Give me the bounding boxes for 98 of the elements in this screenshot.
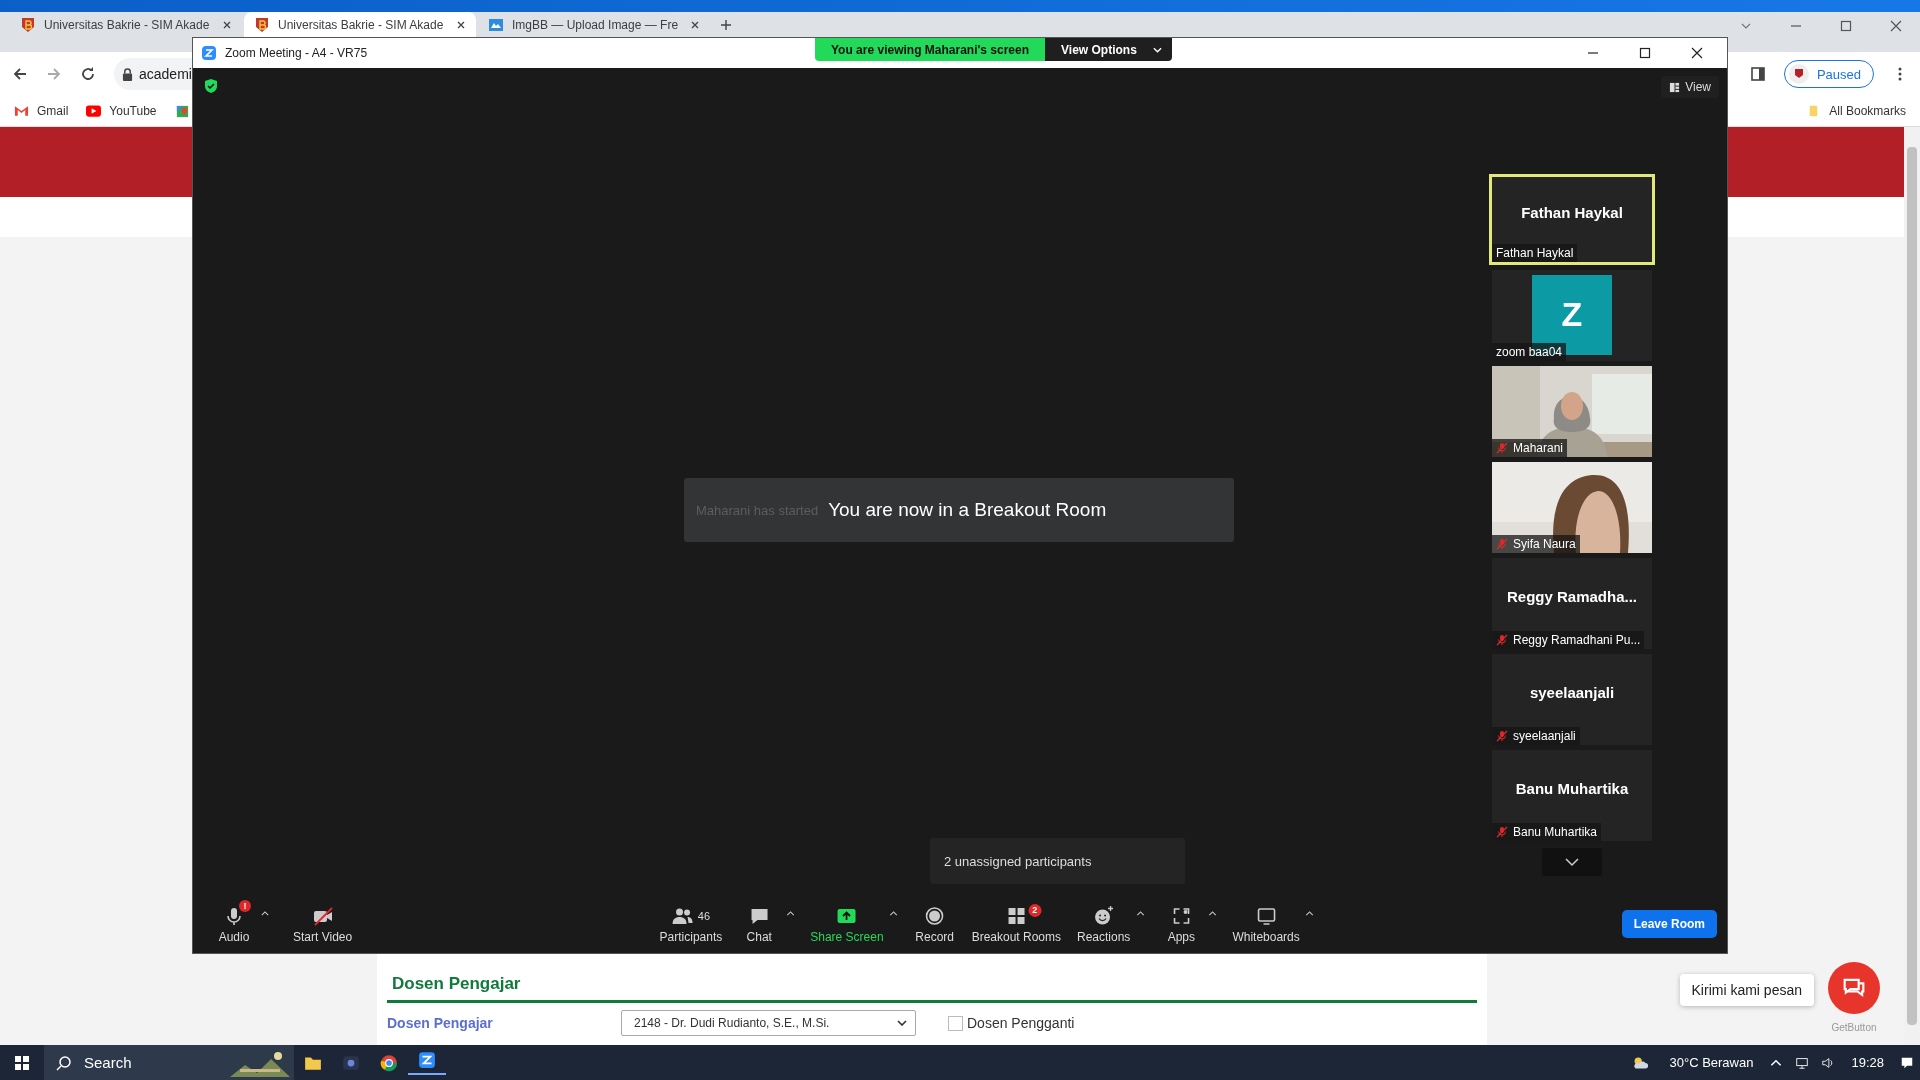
leave-room-button[interactable]: Leave Room [1621, 910, 1717, 938]
name-label: Syifa Naura [1492, 535, 1580, 553]
weather-text[interactable]: 30°C Berawan [1669, 1055, 1754, 1070]
address-bar[interactable]: academi [114, 58, 192, 90]
video-off-icon [311, 904, 334, 927]
clock[interactable]: 19:28 [1851, 1055, 1884, 1070]
participant-tile[interactable]: Z zoom baa04 [1492, 270, 1652, 361]
windows-start-icon[interactable] [14, 1054, 30, 1071]
lock-icon [122, 67, 133, 81]
participant-tile[interactable]: Maharani [1492, 366, 1652, 457]
caret-icon[interactable] [786, 910, 795, 916]
notification-icon[interactable] [1900, 1055, 1914, 1070]
muted-mic-icon [1496, 442, 1508, 454]
view-button[interactable]: View [1661, 76, 1719, 98]
side-panel-icon[interactable] [1749, 66, 1766, 82]
browser-tab[interactable]: Universitas Bakrie - SIM Akade [10, 12, 242, 38]
muted-mic-icon [1496, 730, 1508, 742]
close-icon[interactable] [222, 20, 232, 30]
toolbar-button[interactable]: Start Video [287, 900, 359, 948]
caret-icon [897, 1020, 907, 1026]
muted-mic-icon [1496, 538, 1508, 550]
plus-icon[interactable] [720, 19, 732, 31]
caret-icon [1152, 46, 1162, 53]
participant-name: Fathan Haykal [1521, 204, 1623, 221]
participant-name: syeelaanjali [1529, 684, 1615, 701]
view-options-button[interactable]: View Options [1045, 38, 1172, 61]
name-label: Fathan Haykal [1492, 244, 1578, 262]
url-text: academi [139, 66, 192, 82]
browser-tab[interactable]: Universitas Bakrie - SIM Akade [244, 12, 476, 38]
bookmark-folder[interactable]: All Bookmarks [1806, 104, 1906, 118]
participant-tile[interactable]: Reggy Ramadha... Reggy Ramadhani Pu... [1492, 558, 1652, 649]
section-title: Dosen Pengajar [387, 970, 1477, 1003]
search-field[interactable]: Search [44, 1045, 294, 1080]
name-label: zoom baa04 [1492, 343, 1567, 361]
participant-tile[interactable]: Banu Muhartika Banu Muhartika [1492, 750, 1652, 841]
caret-icon[interactable] [889, 910, 898, 916]
tooltip: 2 unassigned participants [930, 838, 1185, 884]
record-icon [923, 904, 946, 927]
participant-count: 46 [697, 909, 710, 922]
toolbar-button[interactable]: Share Screen [804, 900, 890, 948]
chevron-down-icon[interactable] [1542, 848, 1602, 876]
chat-prompt: Kirimi kami pesan [1679, 974, 1814, 1006]
participant-tile[interactable]: Syifa Naura [1492, 462, 1652, 553]
field-label: Dosen Pengajar [387, 1015, 494, 1031]
map-pin-icon[interactable] [174, 103, 190, 119]
name-label: Maharani [1492, 439, 1568, 457]
image-logo-icon [488, 17, 504, 33]
toolbar-button[interactable]: Apps [1154, 900, 1209, 948]
shield-check-icon[interactable] [203, 78, 219, 94]
play-icon [86, 105, 102, 117]
caret-icon[interactable] [1208, 910, 1217, 916]
shield-logo-icon [254, 17, 270, 33]
participant-tile[interactable]: Fathan Haykal Fathan Haykal [1489, 174, 1655, 265]
notice-text: You are now in a Breakout Room [828, 499, 1107, 521]
toolbar-button[interactable]: 46 Participants [653, 900, 729, 948]
video-app-icon[interactable] [408, 1050, 446, 1075]
reload-icon[interactable] [80, 66, 96, 82]
search-icon [56, 1054, 72, 1071]
count-badge: 2 [1028, 903, 1042, 917]
bookmark[interactable]: YouTube [86, 104, 157, 118]
participant-tile[interactable]: syeelaanjali syeelaanjali [1492, 654, 1652, 745]
lecturer-select[interactable]: 2148 - Dr. Dudi Rudianto, S.E., M.Si. [621, 1010, 916, 1036]
participant-name: Reggy Ramadha... [1506, 588, 1637, 605]
mail-icon [14, 105, 29, 117]
participant-name: Banu Muhartika [1515, 780, 1629, 797]
toolbar-button[interactable]: ! Audio [207, 900, 261, 948]
close-icon[interactable] [1691, 47, 1703, 59]
close-icon[interactable] [690, 20, 700, 30]
layout-icon [1669, 81, 1681, 93]
back-icon[interactable] [12, 66, 28, 82]
name-label: Banu Muhartika [1492, 823, 1602, 841]
caret-icon[interactable] [1305, 910, 1314, 916]
network-icon[interactable] [1795, 1055, 1810, 1070]
smiley-icon [1092, 904, 1115, 927]
toolbar-button[interactable]: Reactions [1071, 900, 1137, 948]
maximize-icon[interactable] [1639, 47, 1651, 59]
video-app-icon [201, 45, 217, 61]
alert-badge: ! [239, 899, 251, 912]
chat-button[interactable] [1828, 962, 1880, 1014]
toolbar-button[interactable]: 2 Breakout Rooms [965, 900, 1067, 948]
sharing-banner: You are viewing Maharani's screen [815, 38, 1046, 61]
toolbar-button[interactable]: Chat [732, 900, 787, 948]
caret-icon[interactable] [1136, 910, 1145, 916]
window-title: Zoom Meeting - A4 - VR75 [225, 46, 368, 60]
close-icon[interactable] [456, 20, 466, 30]
name-label: Reggy Ramadhani Pu... [1492, 631, 1645, 649]
browser-tab[interactable]: ImgBB — Upload Image — Fre [478, 12, 710, 38]
checkbox-label: Dosen Pengganti [967, 1015, 1075, 1031]
toolbar-button[interactable]: Whiteboards [1226, 900, 1306, 948]
muted-mic-icon [1496, 634, 1508, 646]
toolbar-button[interactable]: Record [907, 900, 962, 948]
shield-logo-icon [20, 17, 36, 33]
checkbox[interactable] [948, 1015, 963, 1031]
muted-mic-icon [1496, 826, 1508, 838]
bookmark[interactable]: Gmail [14, 104, 69, 118]
avatar-icon [1788, 64, 1809, 84]
caret-icon[interactable] [261, 910, 269, 916]
name-label: syeelaanjali [1492, 727, 1580, 745]
